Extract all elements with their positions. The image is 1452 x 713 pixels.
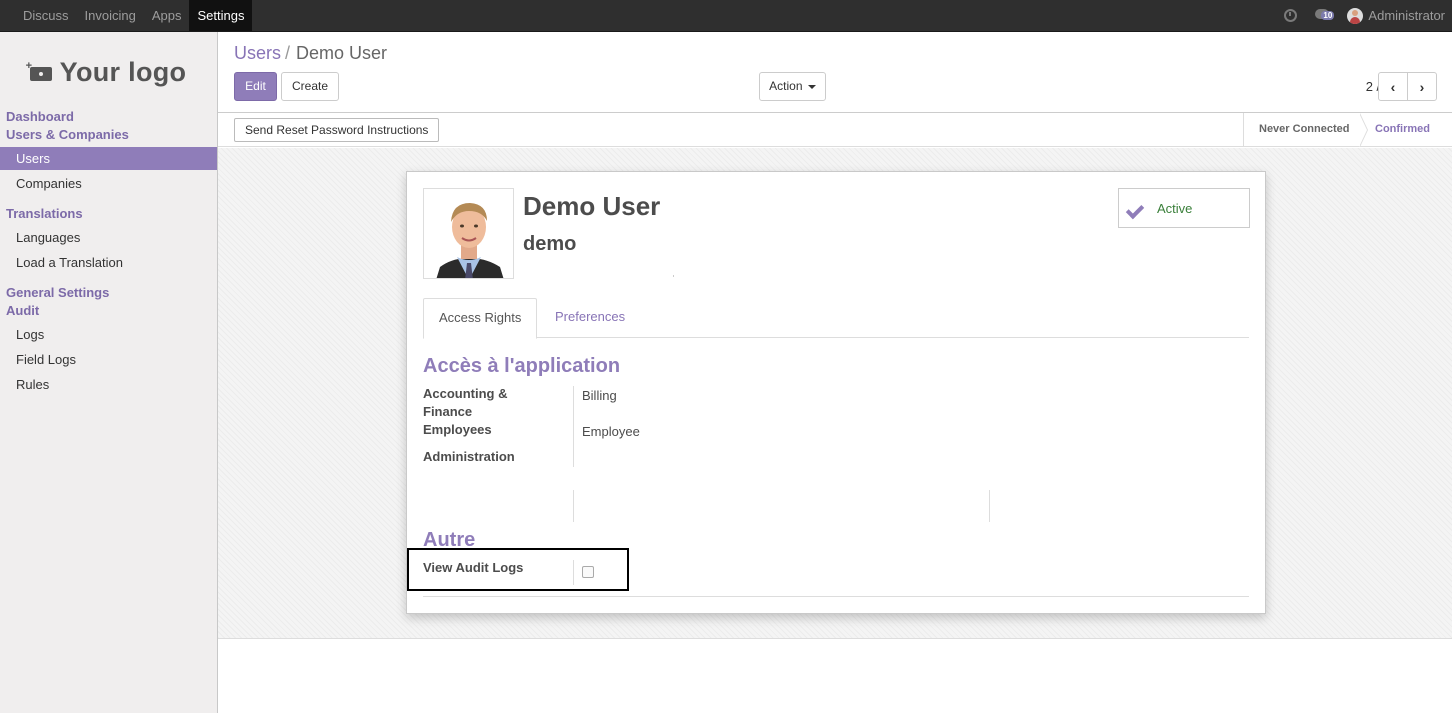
tab-access-rights[interactable]: Access Rights xyxy=(423,298,538,339)
user-login[interactable]: demo xyxy=(523,233,576,256)
column-separator-3 xyxy=(989,490,990,522)
column-separator-2 xyxy=(573,490,574,522)
sidebar-item-languages[interactable]: Languages xyxy=(0,226,217,249)
chat-icon[interactable]: 10 xyxy=(1315,8,1337,23)
sidebar-item-load-translation[interactable]: Load a Translation xyxy=(0,251,217,274)
check-icon xyxy=(1127,200,1149,216)
sidebar-section-dashboard[interactable]: Dashboard xyxy=(6,109,74,124)
breadcrumb-users[interactable]: Users xyxy=(234,43,281,63)
sidebar-item-companies[interactable]: Companies xyxy=(0,172,217,195)
user-avatar[interactable] xyxy=(1347,7,1364,24)
stage-never-connected: Never Connected xyxy=(1244,113,1368,147)
menu-discuss[interactable]: Discuss xyxy=(15,0,77,31)
field-label-employees: Employees xyxy=(423,422,492,437)
menu-invoicing[interactable]: Invoicing xyxy=(77,0,144,31)
user-name[interactable]: Demo User xyxy=(523,191,660,222)
status-stages: Never Connected Confirmed xyxy=(1243,113,1452,147)
sidebar-item-users[interactable]: Users xyxy=(0,147,217,170)
active-toggle-button[interactable]: Active xyxy=(1118,188,1250,228)
action-dropdown[interactable]: Action xyxy=(759,72,826,101)
form-sheet: Demo User demo Active Access Rights Pref… xyxy=(406,171,1266,614)
messages-badge: 10 xyxy=(1321,10,1335,20)
column-separator xyxy=(573,386,574,467)
app-menu: Discuss Invoicing Apps Settings xyxy=(15,0,253,31)
control-panel: Users/Demo User Edit Create Action 2 / 2… xyxy=(218,32,1452,113)
sidebar-section-users-companies[interactable]: Users & Companies xyxy=(6,127,129,142)
section-app-access: Accès à l'application xyxy=(423,355,621,377)
divider-mark xyxy=(673,275,674,277)
sidebar-section-general-settings[interactable]: General Settings xyxy=(6,285,109,300)
form-view-background: Demo User demo Active Access Rights Pref… xyxy=(218,148,1452,639)
form-tabs: Access Rights Preferences xyxy=(423,298,1249,339)
camera-plus-icon: + xyxy=(26,60,52,81)
send-reset-password-button[interactable]: Send Reset Password Instructions xyxy=(234,118,440,142)
highlight-box xyxy=(407,548,629,591)
stage-confirmed: Confirmed xyxy=(1375,123,1430,135)
pager-previous-button[interactable]: ‹ xyxy=(1378,72,1408,101)
pager-next-button[interactable]: › xyxy=(1407,72,1437,101)
chevron-left-icon: ‹ xyxy=(1390,78,1396,95)
active-label: Active xyxy=(1157,200,1193,216)
company-logo[interactable]: + Your logo xyxy=(18,46,198,98)
form-statusbar: Send Reset Password Instructions Never C… xyxy=(218,113,1452,147)
sidebar-section-audit[interactable]: Audit xyxy=(6,303,39,318)
breadcrumb: Users / Demo User xyxy=(234,43,387,64)
user-photo[interactable] xyxy=(423,188,514,279)
field-value-accounting[interactable]: Billing xyxy=(582,388,617,403)
caret-down-icon xyxy=(807,84,816,89)
breadcrumb-separator: / xyxy=(285,43,291,63)
sidebar-item-logs[interactable]: Logs xyxy=(0,323,217,346)
edit-button[interactable]: Edit xyxy=(234,72,277,101)
action-label: Action xyxy=(769,79,803,93)
menu-settings[interactable]: Settings xyxy=(189,0,253,31)
logo-text: Your logo xyxy=(59,56,187,87)
breadcrumb-current: Demo User xyxy=(296,43,388,63)
chevron-right-icon: › xyxy=(1419,78,1425,95)
create-button[interactable]: Create xyxy=(281,72,339,101)
field-label-administration: Administration xyxy=(423,449,515,464)
sidebar-section-translations[interactable]: Translations xyxy=(6,206,83,221)
user-menu[interactable]: Administrator xyxy=(1368,8,1445,23)
top-navbar: Discuss Invoicing Apps Settings 10 Admin… xyxy=(0,0,1452,32)
field-value-employees[interactable]: Employee xyxy=(582,424,640,439)
sidebar-item-field-logs[interactable]: Field Logs xyxy=(0,348,217,371)
sidebar: + Your logo Dashboard Users & Companies … xyxy=(0,32,218,713)
systray: 10 Administrator xyxy=(1284,0,1445,31)
field-label-accounting: Accounting & Finance xyxy=(423,386,508,419)
sidebar-item-rules[interactable]: Rules xyxy=(0,373,217,396)
clock-icon[interactable] xyxy=(1284,9,1298,22)
user-photo-image xyxy=(424,189,513,278)
bottom-divider xyxy=(423,596,1249,597)
menu-apps[interactable]: Apps xyxy=(144,0,190,31)
tab-preferences[interactable]: Preferences xyxy=(540,298,640,338)
